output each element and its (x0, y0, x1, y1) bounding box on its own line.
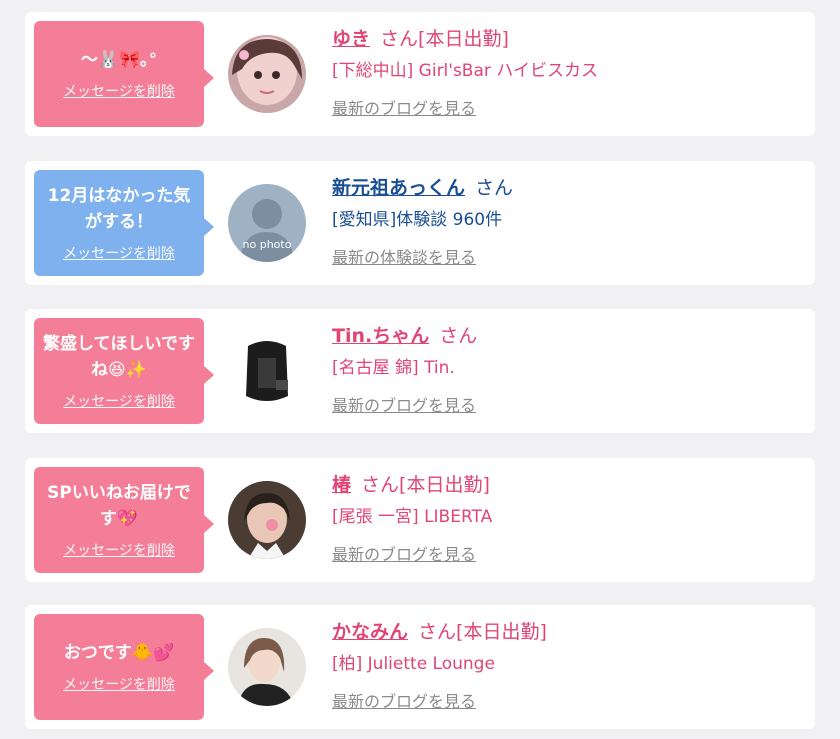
message-bubble: 繁盛してほしいですね😆✨ メッセージを削除 (34, 318, 214, 424)
message-card: 12月はなかった気がする！ メッセージを削除 no photo 新元祖あっくんさ… (25, 161, 815, 285)
photo-avatar-icon (228, 35, 306, 113)
no-photo-text: no photo (243, 238, 292, 251)
delete-message-link[interactable]: メッセージを削除 (63, 674, 175, 694)
delete-message-link[interactable]: メッセージを削除 (63, 391, 175, 411)
shop-info: [尾張 一宮] LIBERTA (332, 507, 493, 527)
user-name-link[interactable]: かなみん (332, 621, 408, 643)
message-bubble: 12月はなかった気がする！ メッセージを削除 (34, 170, 214, 276)
status-badge: [本日出勤] (418, 28, 509, 50)
avatar[interactable] (228, 35, 306, 113)
photo-avatar-icon (228, 628, 306, 706)
honorific: さん (418, 621, 457, 643)
status-badge: [本日出勤] (399, 474, 490, 496)
latest-blog-link[interactable]: 最新のブログを見る (332, 392, 476, 416)
message-text: ～🐰🎀｡° (80, 50, 158, 70)
message-bubble: おつです🐥💕 メッセージを削除 (34, 614, 214, 720)
honorific: さん (475, 177, 514, 199)
message-list: ～🐰🎀｡° メッセージを削除 ゆき さん[本日出勤] [下総中山] Girl'sB… (0, 0, 840, 739)
delete-message-link[interactable]: メッセージを削除 (63, 243, 175, 263)
message-card: ～🐰🎀｡° メッセージを削除 ゆき さん[本日出勤] [下総中山] Girl'sB… (25, 12, 815, 136)
shop-info: [柏] Juliette Lounge (332, 654, 495, 674)
latest-blog-link[interactable]: 最新のブログを見る (332, 95, 476, 119)
delete-message-link[interactable]: メッセージを削除 (63, 540, 175, 560)
user-name-link[interactable]: ゆき (332, 28, 370, 50)
shop-info: [名古屋 錦] Tin. (332, 358, 455, 378)
review-count: [愛知県]体験談 960件 (332, 210, 503, 230)
message-text: 12月はなかった気がする！ (47, 186, 191, 232)
status-badge: [本日出勤] (456, 621, 547, 643)
avatar[interactable]: no photo (228, 184, 306, 262)
latest-review-link[interactable]: 最新の体験談を見る (332, 244, 476, 268)
honorific: さん (439, 325, 478, 347)
latest-blog-link[interactable]: 最新のブログを見る (332, 688, 476, 712)
honorific: さん (380, 28, 419, 50)
avatar[interactable] (228, 481, 306, 559)
message-bubble: SPいいねお届けです💖 メッセージを削除 (34, 467, 214, 573)
user-name-link[interactable]: 新元祖あっくん (332, 177, 465, 199)
message-card: おつです🐥💕 メッセージを削除 かなみん さん[本日出勤] [柏] Juliett… (25, 605, 815, 729)
user-name-link[interactable]: 椿 (332, 474, 351, 496)
message-card: 繁盛してほしいですね😆✨ メッセージを削除 Tin.ちゃん さん [名古屋 錦] … (25, 309, 815, 433)
message-text: SPいいねお届けです💖 (47, 483, 191, 529)
message-text: 繁盛してほしいですね😆✨ (43, 334, 195, 380)
avatar[interactable] (228, 628, 306, 706)
honorific: さん (361, 474, 400, 496)
delete-message-link[interactable]: メッセージを削除 (63, 81, 175, 101)
shop-info: [下総中山] Girl'sBar ハイビスカス (332, 61, 598, 81)
photo-avatar-icon (228, 332, 306, 410)
message-text: おつです🐥💕 (63, 643, 175, 663)
latest-blog-link[interactable]: 最新のブログを見る (332, 541, 476, 565)
no-photo-avatar-icon: no photo (228, 184, 306, 262)
message-bubble: ～🐰🎀｡° メッセージを削除 (34, 21, 214, 127)
photo-avatar-icon (228, 481, 306, 559)
avatar[interactable] (228, 332, 306, 410)
message-card: SPいいねお届けです💖 メッセージを削除 椿さん[本日出勤] [尾張 一宮] L… (25, 458, 815, 582)
user-name-link[interactable]: Tin.ちゃん (332, 325, 429, 347)
